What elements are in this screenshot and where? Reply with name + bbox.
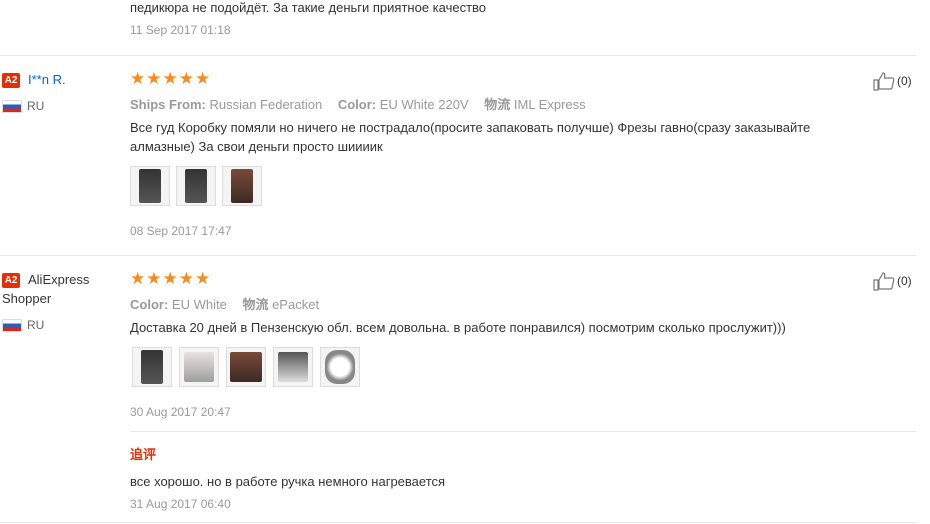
logistics-value: ePacket: [272, 297, 320, 312]
prev-review-text: педикюра не подойдёт. За такие деньги пр…: [130, 0, 487, 15]
review-photo[interactable]: [273, 347, 313, 387]
level-badge: A2: [2, 73, 20, 88]
color-label: Color:: [130, 297, 169, 312]
color-label: Color:: [337, 97, 377, 112]
review-meta: Ships From: Russian Federation Color: EU…: [130, 94, 598, 113]
review-photo[interactable]: [130, 166, 170, 206]
divider: [130, 431, 916, 432]
color-value: EU White 220V: [379, 97, 469, 112]
helpful-count: (0): [897, 74, 912, 88]
review-text: Доставка 20 дней в Пензенскую обл. всем …: [130, 320, 786, 335]
followup-title: 追评: [130, 447, 157, 462]
ships-from-value: Russian Federation: [209, 97, 323, 112]
thumbs-up-icon: [873, 272, 895, 291]
reviewer-country: RU: [27, 318, 45, 332]
logistics-label: 物流: [242, 297, 269, 312]
russia-flag-icon: [2, 100, 22, 113]
review-photo[interactable]: [226, 347, 266, 387]
reviewer-country: RU: [27, 99, 45, 113]
color-value: EU White: [171, 297, 227, 312]
russia-flag-icon: [2, 319, 22, 332]
review-photos: [130, 166, 262, 206]
followup-date: 31 Aug 2017 06:40: [130, 497, 231, 511]
divider: [0, 522, 916, 523]
review-date: 30 Aug 2017 20:47: [130, 405, 231, 419]
review-date: 08 Sep 2017 17:47: [130, 224, 232, 238]
review-meta: Color: EU White 物流 ePacket: [130, 294, 331, 313]
review-text: Все гуд Коробку помяли но ничего не пост…: [130, 120, 811, 154]
level-badge: A2: [2, 273, 20, 288]
divider: [0, 55, 916, 56]
review-photo[interactable]: [222, 166, 262, 206]
prev-review-date: 11 Sep 2017 01:18: [130, 23, 231, 37]
thumbs-up-icon: [873, 72, 895, 91]
helpful-button[interactable]: (0): [873, 71, 912, 91]
ships-from-label: Ships From:: [130, 97, 206, 112]
reviewer-name[interactable]: Shopper: [2, 291, 51, 306]
helpful-count: (0): [897, 274, 912, 288]
review-photos: [132, 347, 360, 387]
logistics-label: 物流: [484, 97, 511, 112]
review-photo[interactable]: [132, 347, 172, 387]
rating-stars: ★★★★★: [130, 69, 212, 88]
logistics-value: IML Express: [513, 97, 586, 112]
review-photo[interactable]: [320, 347, 360, 387]
rating-stars: ★★★★★: [130, 269, 212, 288]
review-photo[interactable]: [179, 347, 219, 387]
reviewer-name[interactable]: AliExpress: [28, 272, 89, 287]
helpful-button[interactable]: (0): [873, 271, 912, 291]
review-photo[interactable]: [176, 166, 216, 206]
reviewer-name[interactable]: I**n R.: [28, 72, 66, 87]
followup-text: все хорошо. но в работе ручка немного на…: [130, 474, 446, 489]
divider: [0, 255, 916, 256]
